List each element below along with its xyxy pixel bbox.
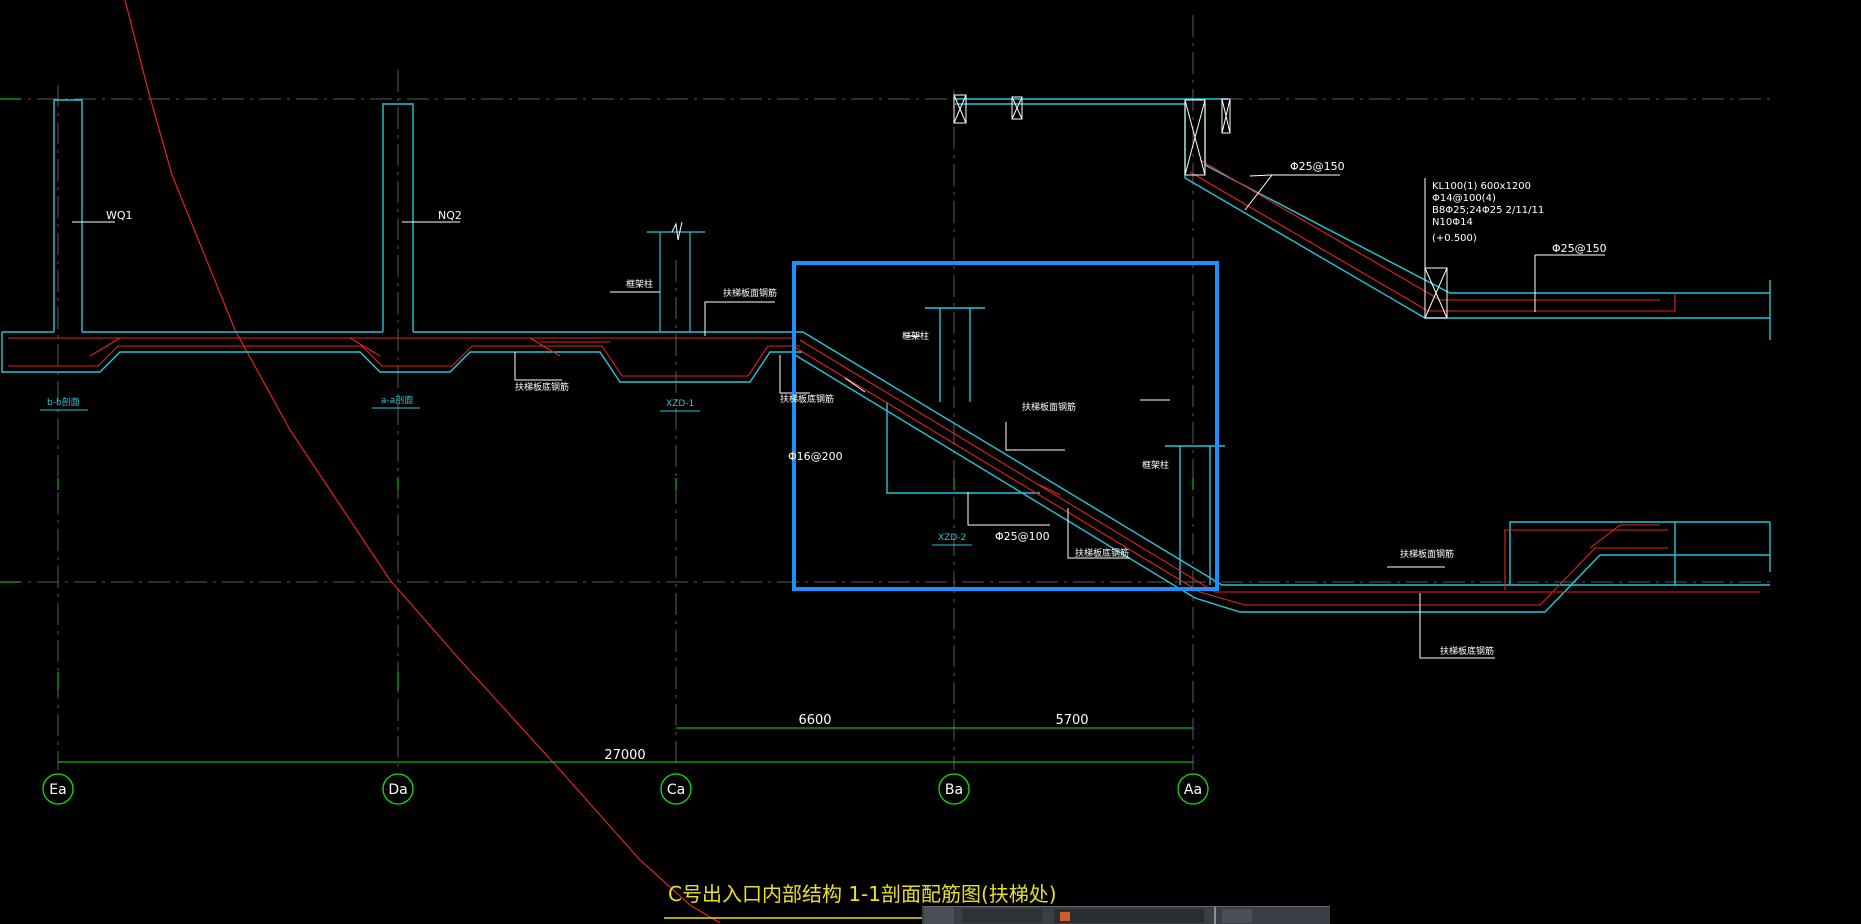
beam-note-line-3: B8Φ25;24Φ25 2/11/11 [1432, 205, 1544, 216]
label-slab-bottom-mid: 扶梯板底钢筋 [780, 393, 834, 405]
label-slab-bottom-incline: 扶梯板底钢筋 [1075, 547, 1129, 559]
label-slab-bottom-right: 扶梯板底钢筋 [1440, 645, 1494, 657]
layer-color-icon [1060, 912, 1070, 921]
tag-xzd1: XZD-1 [666, 399, 694, 409]
axis-bubbles [42, 773, 1209, 805]
beam-note-line-2: Φ14@100(4) [1432, 193, 1496, 204]
stair-slab [794, 307, 1771, 613]
drawing-title: C号出入口内部结构 1-1剖面配筋图(扶梯处) [668, 882, 1057, 906]
beam-note-line-5: (+0.500) [1432, 233, 1477, 244]
cad-drawing-canvas[interactable]: WQ1 NQ2 框架柱 扶梯板面钢筋 扶梯板底钢筋 扶梯板底钢筋 框架柱 扶梯板… [0, 0, 1861, 923]
axis-label-ea: Ea [49, 782, 66, 798]
slab-left-rebar [8, 337, 800, 377]
beam-note-line-1: KL100(1) 600x1200 [1432, 181, 1531, 192]
label-column-mid: 框架柱 [902, 330, 929, 342]
beam-note-line-4: N10Φ14 [1432, 217, 1473, 228]
axis-label-da: Da [388, 782, 407, 798]
toolbar-divider [1214, 907, 1216, 924]
axis-label-ca: Ca [667, 782, 685, 798]
bottom-toolbar[interactable] [922, 906, 1330, 924]
label-slab-top-left: 扶梯板面钢筋 [723, 287, 777, 299]
dimension-lines [57, 478, 1194, 763]
label-slab-top-right: 扶梯板面钢筋 [1400, 548, 1454, 560]
label-column-right: 框架柱 [1142, 459, 1169, 471]
label-slab-bottom-left: 扶梯板底钢筋 [515, 381, 569, 393]
tag-section-a: a-a剖面 [381, 394, 413, 406]
toolbar-button-2[interactable] [1222, 909, 1252, 923]
label-rebar-r2: Φ25@150 [1552, 242, 1607, 255]
red-boundary-line [124, 0, 721, 923]
label-wall-wq1: WQ1 [106, 209, 133, 222]
axis-label-ba: Ba [945, 782, 963, 798]
section-boxes [953, 94, 1448, 319]
label-column-left: 框架柱 [626, 278, 653, 290]
upper-stair [955, 98, 1771, 340]
tag-xzd2: XZD-2 [938, 533, 966, 543]
dim-6600: 6600 [798, 713, 831, 728]
slab-left [1, 331, 803, 383]
dim-27000: 27000 [604, 748, 645, 763]
toolbar-field[interactable] [962, 909, 1042, 923]
toolbar-button-1[interactable] [924, 907, 954, 924]
label-rebar-r1: Φ25@150 [1290, 160, 1345, 173]
label-rebar-r3: Φ16@200 [788, 450, 843, 463]
layer-selector[interactable] [1054, 909, 1204, 923]
tag-section-b: b-b剖面 [47, 396, 80, 408]
label-wall-nq2: NQ2 [438, 209, 462, 222]
label-slab-top-mid: 扶梯板面钢筋 [1022, 401, 1076, 413]
label-rebar-r4: Φ25@100 [995, 530, 1050, 543]
dim-5700: 5700 [1055, 713, 1088, 728]
axis-label-aa: Aa [1184, 782, 1202, 798]
